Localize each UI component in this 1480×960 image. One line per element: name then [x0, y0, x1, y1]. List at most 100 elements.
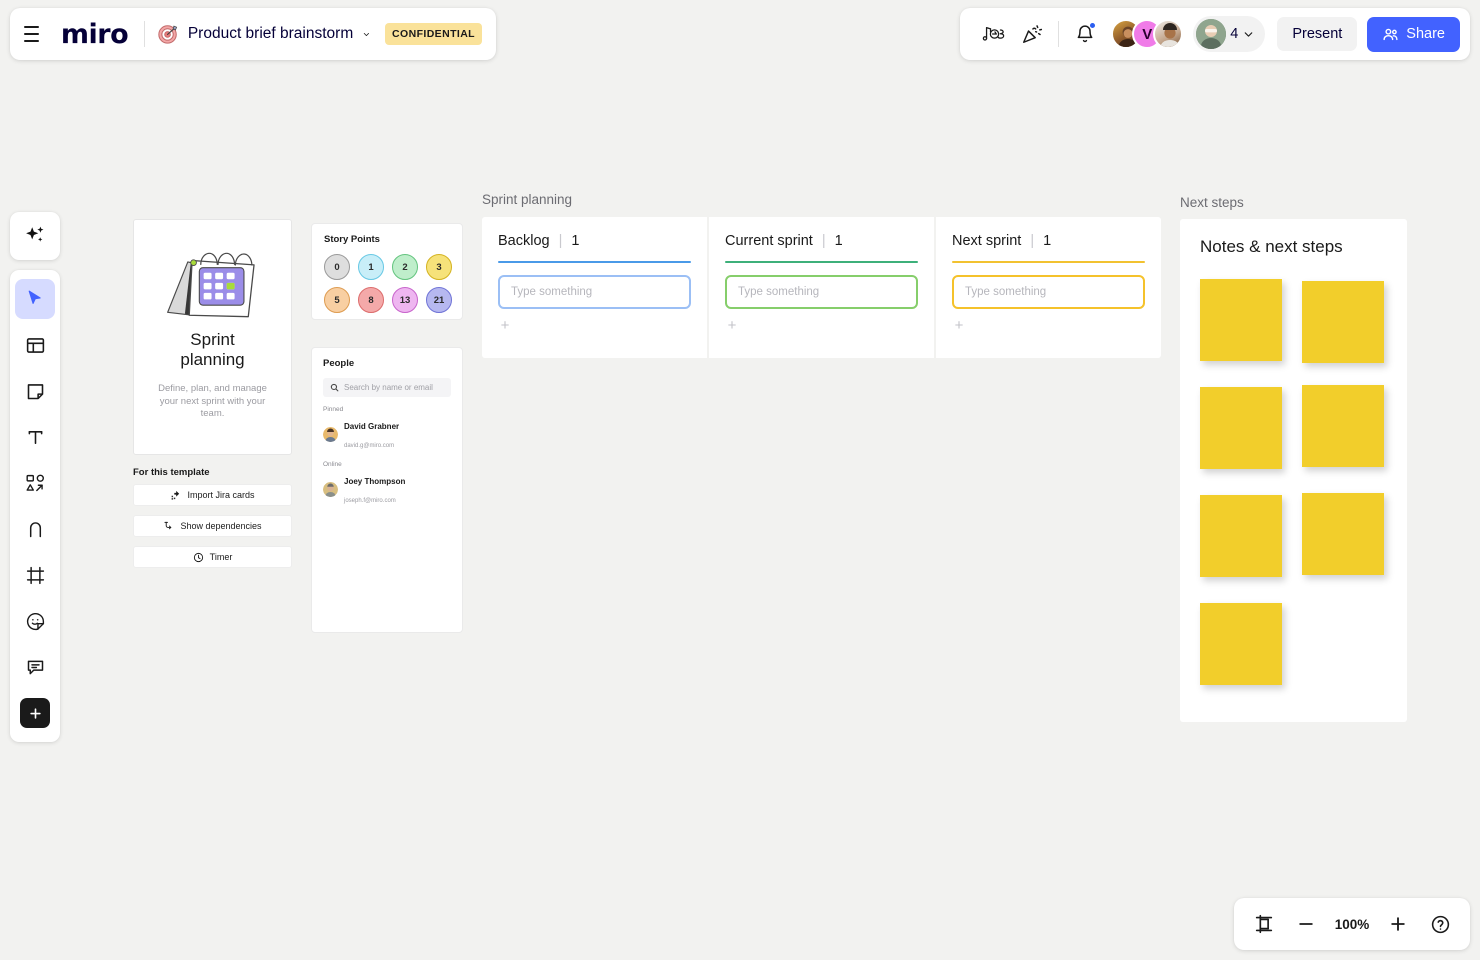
dart-target-icon [157, 23, 179, 45]
timer-button[interactable]: Timer [133, 546, 292, 568]
sprint-column: Next sprint|1 Type something + [934, 217, 1161, 358]
people-search-placeholder: Search by name or email [344, 383, 433, 392]
column-add-button[interactable]: + [498, 317, 512, 334]
templates-tool[interactable] [15, 325, 55, 365]
column-header: Backlog|1 [498, 233, 691, 249]
notes-next-steps-frame: Notes & next steps [1180, 219, 1407, 722]
dependency-arrow-icon [163, 521, 174, 532]
sticker-tool[interactable] [15, 601, 55, 641]
present-button[interactable]: Present [1277, 17, 1357, 51]
column-text-input[interactable]: Type something [498, 275, 691, 309]
miro-logo[interactable]: miro [61, 21, 128, 48]
frame-tool[interactable] [15, 555, 55, 595]
top-left-toolbar: miro Product brief brainstorm CONFIDENTI… [10, 8, 496, 60]
avatar[interactable] [1153, 19, 1183, 49]
ai-sparkle-tool[interactable] [10, 212, 60, 260]
list-item[interactable]: David Grabner david.g@miro.com [323, 416, 451, 452]
frame-icon [25, 565, 46, 586]
sticky-note[interactable] [1302, 281, 1384, 363]
column-count: 1 [1043, 233, 1051, 249]
people-search-input[interactable]: Search by name or email [323, 378, 451, 397]
frame-label-sprint-planning[interactable]: Sprint planning [482, 192, 572, 207]
column-count: 1 [571, 233, 579, 249]
column-text-input[interactable]: Type something [725, 275, 918, 309]
party-popper-icon[interactable] [1014, 16, 1050, 52]
column-input-placeholder: Type something [738, 286, 819, 298]
fit-to-screen-icon[interactable] [1246, 906, 1282, 942]
people-card: People Search by name or email PinnedDav… [311, 347, 463, 633]
cursor-arrow-icon [25, 289, 45, 309]
people-list: PinnedDavid Grabnerdavid.g@miro.comOnlin… [323, 406, 451, 507]
story-point-chip[interactable]: 5 [324, 287, 350, 313]
template-section-label: For this template [133, 467, 210, 478]
list-item[interactable]: Joey Thompsonjoseph.f@miro.com [323, 471, 451, 507]
text-t-icon [25, 427, 46, 448]
story-point-chip[interactable]: 13 [392, 287, 418, 313]
template-layout-icon [25, 335, 46, 356]
comment-tool[interactable] [15, 647, 55, 687]
help-button[interactable] [1422, 906, 1458, 942]
sticky-note-icon [25, 381, 46, 402]
frame-label-next-steps[interactable]: Next steps [1180, 195, 1244, 210]
story-point-chip[interactable]: 2 [392, 254, 418, 280]
zoom-in-button[interactable] [1380, 906, 1416, 942]
zoom-toolbar: 100% [1234, 898, 1470, 950]
template-title: Sprint planning [180, 330, 244, 371]
collaborator-avatars[interactable]: V [1111, 19, 1183, 49]
story-point-chip[interactable]: 1 [358, 254, 384, 280]
select-tool[interactable] [15, 279, 55, 319]
more-apps-tool[interactable] [15, 693, 55, 733]
people-icon [1382, 26, 1399, 43]
collaborator-count-pill[interactable]: 4 [1193, 16, 1265, 52]
comment-bubble-icon [25, 657, 46, 678]
bell-icon[interactable] [1067, 16, 1103, 52]
chevron-down-icon[interactable] [1242, 28, 1255, 41]
minus-icon [1296, 914, 1316, 934]
sticky-note[interactable] [1200, 279, 1282, 361]
timer-label: Timer [210, 552, 233, 562]
pen-tool[interactable] [15, 509, 55, 549]
import-jira-cards-label: Import Jira cards [187, 490, 254, 500]
column-accent-rule [952, 261, 1145, 263]
sprint-planning-frame: Backlog|1Type something+Current sprint|1… [482, 217, 1161, 358]
sticky-note[interactable] [1200, 495, 1282, 577]
story-point-chip[interactable]: 8 [358, 287, 384, 313]
import-jira-cards-button[interactable]: Import Jira cards [133, 484, 292, 506]
sprint-column: Backlog|1 Type something + [482, 217, 707, 358]
zoom-out-button[interactable] [1288, 906, 1324, 942]
divider [144, 21, 145, 47]
sprint-planning-template-card[interactable]: Sprint planning Define, plan, and manage… [133, 219, 292, 455]
zoom-level[interactable]: 100% [1330, 917, 1374, 932]
shapes-tool[interactable] [15, 463, 55, 503]
sticky-note-tool[interactable] [15, 371, 55, 411]
sticky-note[interactable] [1200, 387, 1282, 469]
status-badge: CONFIDENTIAL [385, 23, 482, 45]
story-point-chip[interactable]: 0 [324, 254, 350, 280]
sticky-notes-grid [1200, 279, 1387, 685]
collaborator-count: 4 [1230, 26, 1238, 42]
column-add-button[interactable]: + [952, 317, 966, 334]
show-dependencies-button[interactable]: Show dependencies [133, 515, 292, 537]
text-tool[interactable] [15, 417, 55, 457]
show-dependencies-label: Show dependencies [180, 521, 261, 531]
sticky-note[interactable] [1200, 603, 1282, 685]
story-point-chip[interactable]: 21 [426, 287, 452, 313]
plus-icon [28, 706, 43, 721]
person-name: Joey Thompson [344, 477, 405, 486]
column-text-input[interactable]: Type something [952, 275, 1145, 309]
sticky-note[interactable] [1302, 493, 1384, 575]
column-header: Next sprint|1 [952, 233, 1145, 249]
divider [1058, 21, 1059, 47]
person-name: David Grabner [344, 422, 399, 431]
story-point-chip[interactable]: 3 [426, 254, 452, 280]
chevron-down-icon[interactable] [362, 28, 371, 41]
top-right-toolbar: V 4 Present Share [960, 8, 1470, 60]
music-notes-icon[interactable] [976, 16, 1012, 52]
sticky-note[interactable] [1302, 385, 1384, 467]
column-add-button[interactable]: + [725, 317, 739, 334]
hamburger-icon[interactable] [24, 26, 39, 42]
person-email: david.g@miro.com [344, 443, 394, 449]
avatar [323, 427, 338, 442]
board-title[interactable]: Product brief brainstorm [188, 25, 353, 43]
share-button[interactable]: Share [1367, 17, 1460, 52]
